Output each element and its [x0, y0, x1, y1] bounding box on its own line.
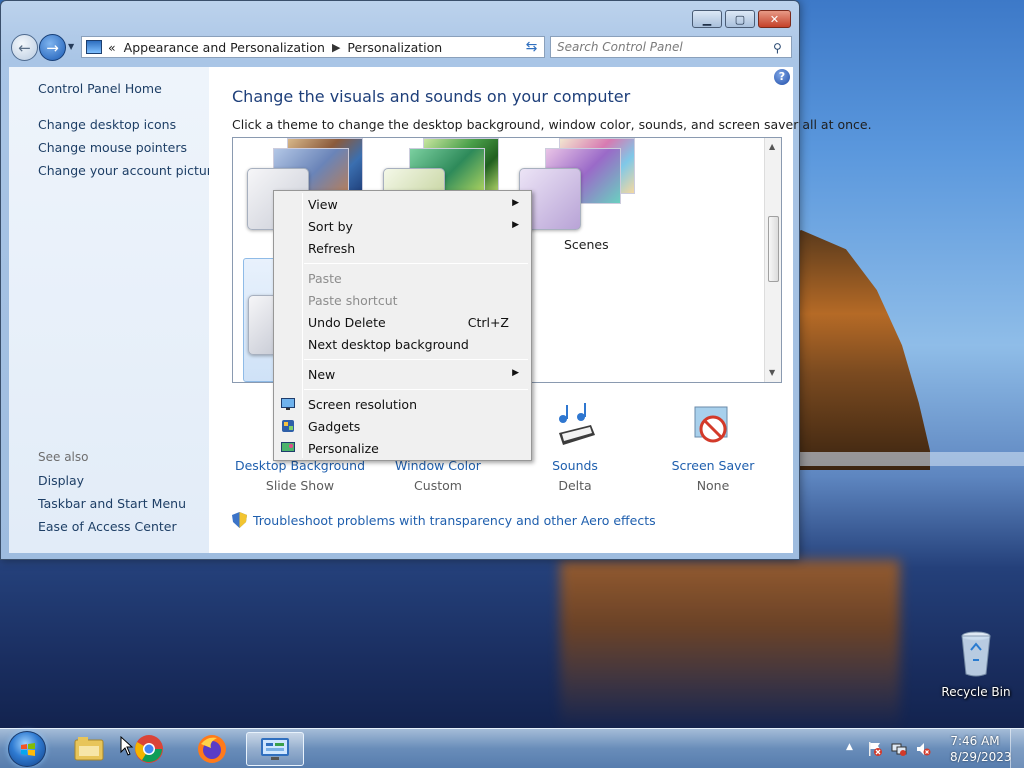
clock-time: 7:46 AM — [950, 734, 1000, 748]
taskbar-clock[interactable]: 7:46 AM 8/29/2023 — [950, 733, 1012, 765]
action-center-flag-icon[interactable] — [867, 741, 883, 757]
screen-resolution-icon — [281, 398, 295, 410]
menu-item-sort-by[interactable]: Sort by ▶ — [276, 215, 529, 237]
minimize-button[interactable]: ▁ — [692, 10, 722, 28]
menu-item-paste: Paste — [308, 271, 342, 286]
menu-item-next-desktop-background[interactable]: Next desktop background — [276, 333, 529, 355]
network-icon[interactable] — [891, 741, 907, 757]
maximize-button[interactable]: ▢ — [725, 10, 755, 28]
wallpaper-horizon — [800, 452, 1024, 466]
recycle-bin[interactable]: Recycle Bin — [940, 630, 1012, 699]
back-arrow-icon: ← — [18, 38, 31, 57]
firefox-icon — [198, 735, 226, 763]
taskbar: ▲ 7:46 AM 8/29/2023 — [0, 728, 1024, 768]
breadcrumb-personalization[interactable]: Personalization — [347, 40, 442, 55]
theme-item-scenes[interactable]: Scenes — [519, 138, 639, 252]
shield-icon — [232, 512, 247, 528]
menu-item-view[interactable]: View ▶ — [276, 193, 529, 215]
menu-item-undo-delete[interactable]: Undo Delete Ctrl+Z — [276, 311, 529, 333]
wallpaper-reflection — [560, 560, 900, 730]
sidebar-change-account-picture[interactable]: Change your account picture — [38, 163, 219, 178]
caption-buttons: ▁ ▢ ✕ — [689, 10, 791, 28]
submenu-arrow-icon: ▶ — [512, 220, 519, 230]
help-icon[interactable]: ? — [774, 69, 790, 85]
undo-shortcut: Ctrl+Z — [467, 315, 509, 330]
control-panel-icon — [86, 40, 102, 54]
menu-item-gadgets[interactable]: Gadgets — [276, 415, 529, 437]
windows-logo-icon — [21, 743, 35, 756]
screen-saver-value: None — [696, 478, 730, 493]
menu-separator — [304, 359, 528, 360]
history-dropdown-icon[interactable]: ▼ — [68, 42, 74, 51]
sounds-icon — [559, 403, 595, 445]
clock-date: 8/29/2023 — [950, 750, 1012, 764]
refresh-icon: ⇆ — [525, 39, 538, 55]
sidebar-change-desktop-icons[interactable]: Change desktop icons — [38, 117, 176, 132]
see-also-display[interactable]: Display — [38, 473, 84, 488]
navigation-bar: ← → ▼ « Appearance and Personalization ▶… — [9, 33, 792, 61]
submenu-arrow-icon: ▶ — [512, 368, 519, 378]
menu-separator — [304, 263, 528, 264]
show-hidden-icons-icon[interactable]: ▲ — [846, 742, 862, 758]
screen-saver-icon — [694, 406, 728, 443]
desktop-context-menu: View ▶ Sort by ▶ Refresh Paste Paste sho… — [273, 190, 532, 461]
menu-item-new[interactable]: New ▶ — [276, 363, 529, 385]
taskbar-firefox[interactable] — [183, 732, 241, 766]
theme-label-scenes: Scenes — [564, 237, 609, 252]
scroll-up-icon[interactable]: ▲ — [769, 142, 775, 151]
chrome-icon — [135, 735, 163, 763]
screen-saver-link[interactable]: Screen Saver — [643, 458, 783, 473]
taskbar-control-panel[interactable] — [246, 732, 304, 766]
breadcrumb-appearance[interactable]: Appearance and Personalization — [124, 40, 325, 55]
see-also-heading: See also — [38, 450, 89, 464]
forward-arrow-icon: → — [46, 38, 59, 57]
refresh-button[interactable]: ⇆ — [519, 36, 545, 58]
file-explorer-icon — [74, 737, 104, 761]
close-button[interactable]: ✕ — [758, 10, 791, 28]
volume-muted-icon[interactable] — [915, 741, 931, 757]
address-overflow[interactable]: « — [108, 40, 116, 55]
recycle-bin-icon — [961, 631, 991, 677]
show-desktop-button[interactable] — [1010, 729, 1024, 768]
menu-separator — [304, 389, 528, 390]
search-icon[interactable]: ⚲ — [773, 41, 782, 55]
address-bar[interactable]: « Appearance and Personalization ▶ Perso… — [81, 36, 545, 58]
mouse-cursor-icon — [120, 736, 134, 756]
menu-item-personalize[interactable]: Personalize — [276, 437, 529, 459]
sounds-value: Delta — [558, 478, 592, 493]
sidebar-change-mouse-pointers[interactable]: Change mouse pointers — [38, 140, 187, 155]
menu-item-paste-shortcut: Paste shortcut — [308, 293, 398, 308]
scrollbar-thumb[interactable] — [768, 216, 779, 282]
submenu-arrow-icon: ▶ — [512, 198, 519, 208]
see-also-taskbar[interactable]: Taskbar and Start Menu — [38, 496, 186, 511]
menu-item-screen-resolution[interactable]: Screen resolution — [276, 393, 529, 415]
menu-item-refresh[interactable]: Refresh — [276, 237, 529, 259]
desktop-background-value: Slide Show — [265, 478, 335, 493]
personalize-icon — [281, 442, 295, 452]
window-color-value: Custom — [414, 478, 462, 493]
sidebar: Control Panel Home Change desktop icons … — [9, 67, 219, 553]
page-description: Click a theme to change the desktop back… — [232, 117, 872, 132]
theme-list-scrollbar[interactable]: ▲ ▼ — [764, 138, 781, 382]
recycle-bin-label: Recycle Bin — [941, 685, 1011, 699]
theme-item-selected[interactable] — [243, 258, 278, 382]
gadgets-icon — [282, 420, 294, 432]
page-title: Change the visuals and sounds on your co… — [232, 87, 631, 106]
scroll-down-icon[interactable]: ▼ — [769, 368, 775, 377]
troubleshoot-row: Troubleshoot problems with transparency … — [232, 512, 656, 528]
control-panel-icon — [261, 738, 289, 760]
taskbar-file-explorer[interactable] — [60, 732, 118, 766]
back-button[interactable]: ← — [11, 34, 38, 61]
forward-button[interactable]: → — [39, 34, 66, 61]
troubleshoot-link[interactable]: Troubleshoot problems with transparency … — [253, 513, 656, 528]
start-button[interactable] — [8, 731, 46, 767]
see-also-ease-of-access[interactable]: Ease of Access Center — [38, 519, 177, 534]
wallpaper-cliff — [790, 230, 930, 470]
search-input[interactable] — [550, 36, 792, 58]
breadcrumb-separator-icon[interactable]: ▶ — [332, 41, 340, 54]
sidebar-control-panel-home[interactable]: Control Panel Home — [38, 81, 162, 96]
